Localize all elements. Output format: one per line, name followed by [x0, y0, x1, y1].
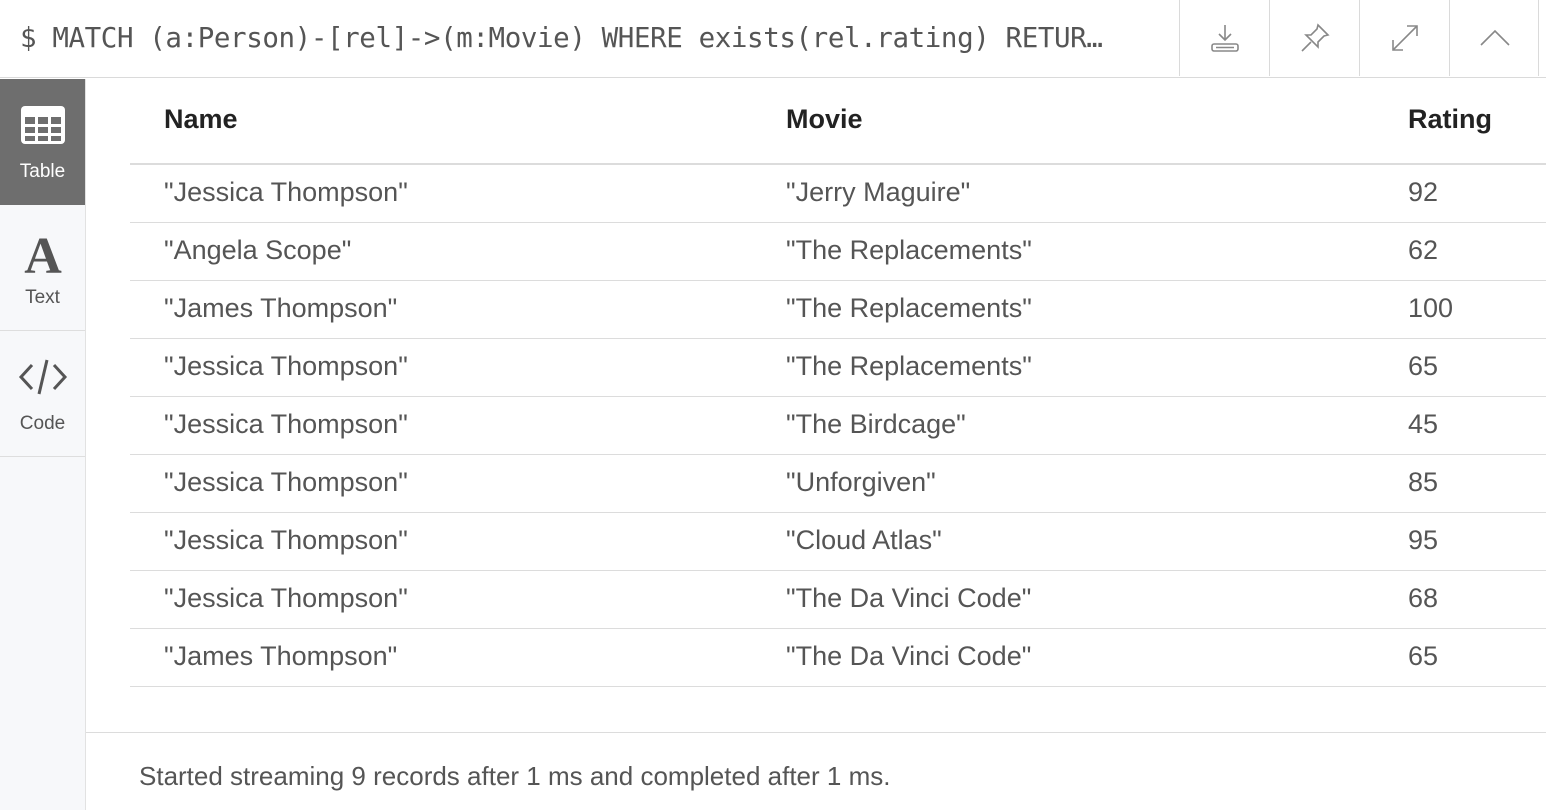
column-header-rating: Rating	[1408, 104, 1492, 134]
table-row: "Angela Scope" "The Replacements" 62	[130, 223, 1546, 281]
pin-button[interactable]	[1269, 0, 1359, 76]
collapse-button[interactable]	[1449, 0, 1539, 76]
expand-icon	[1391, 25, 1418, 51]
cell-movie: "The Replacements"	[786, 351, 1032, 381]
cell-movie: "The Birdcage"	[786, 409, 966, 439]
view-sidebar: Table A Text Code	[0, 79, 86, 810]
download-icon	[1210, 25, 1239, 52]
query-bar: $ MATCH (a:Person)-[rel]->(m:Movie) WHER…	[0, 0, 1546, 78]
table-row: "Jessica Thompson" "The Da Vinci Code" 6…	[130, 571, 1546, 629]
cell-name: "James Thompson"	[164, 293, 398, 323]
cell-name: "James Thompson"	[164, 641, 398, 671]
results-table: Name Movie Rating "Jessica Thompson" "Je…	[130, 79, 1546, 687]
cell-rating: 62	[1408, 235, 1439, 265]
sidebar-item-code[interactable]: Code	[0, 331, 85, 457]
cell-name: "Jessica Thompson"	[164, 525, 408, 555]
status-text: Started streaming 9 records after 1 ms a…	[139, 761, 891, 791]
table-header: Name Movie Rating	[130, 79, 1546, 165]
cell-movie: "The Replacements"	[786, 235, 1032, 265]
column-header-movie: Movie	[786, 104, 863, 134]
table-icon	[20, 106, 65, 144]
cell-movie: "The Da Vinci Code"	[786, 641, 1032, 671]
cell-rating: 92	[1408, 177, 1439, 207]
cell-rating: 65	[1408, 641, 1439, 671]
code-icon	[18, 359, 67, 395]
cell-movie: "The Da Vinci Code"	[786, 583, 1032, 613]
cell-name: "Jessica Thompson"	[164, 583, 408, 613]
toolbar-divider	[1538, 0, 1539, 76]
text-icon: A	[24, 231, 62, 277]
cell-rating: 85	[1408, 467, 1439, 497]
table-row: "Jessica Thompson" "Unforgiven" 85	[130, 455, 1546, 513]
pin-icon	[1300, 23, 1330, 52]
table-row: "James Thompson" "The Replacements" 100	[130, 281, 1546, 339]
download-button[interactable]	[1179, 0, 1269, 76]
status-bar: Started streaming 9 records after 1 ms a…	[86, 732, 1546, 810]
sidebar-item-label: Table	[19, 161, 66, 182]
table-row: "Jessica Thompson" "Cloud Atlas" 95	[130, 513, 1546, 571]
table-row: "Jessica Thompson" "The Replacements" 65	[130, 339, 1546, 397]
cell-name: "Jessica Thompson"	[164, 177, 408, 207]
cell-rating: 100	[1408, 293, 1454, 323]
cell-name: "Angela Scope"	[164, 235, 352, 265]
table-row: "James Thompson" "The Da Vinci Code" 65	[130, 629, 1546, 687]
sidebar-item-table[interactable]: Table	[0, 79, 85, 205]
cell-name: "Jessica Thompson"	[164, 467, 408, 497]
cell-movie: "Jerry Maguire"	[786, 177, 971, 207]
cell-movie: "Unforgiven"	[786, 467, 936, 497]
cell-rating: 65	[1408, 351, 1439, 381]
cell-rating: 68	[1408, 583, 1439, 613]
cell-movie: "The Replacements"	[786, 293, 1032, 323]
svg-text:A: A	[24, 231, 62, 277]
column-header-name: Name	[164, 104, 238, 134]
cell-name: "Jessica Thompson"	[164, 409, 408, 439]
collapse-icon	[1479, 29, 1510, 46]
cell-movie: "Cloud Atlas"	[786, 525, 942, 555]
table-row: "Jessica Thompson" "Jerry Maguire" 92	[130, 165, 1546, 223]
sidebar-item-label: Text	[25, 287, 60, 308]
sidebar-item-text[interactable]: A Text	[0, 205, 85, 331]
fullscreen-button[interactable]	[1359, 0, 1449, 76]
cell-rating: 95	[1408, 525, 1439, 555]
sidebar-item-label: Code	[19, 413, 66, 434]
cell-name: "Jessica Thompson"	[164, 351, 408, 381]
table-row: "Jessica Thompson" "The Birdcage" 45	[130, 397, 1546, 455]
query-text[interactable]: $ MATCH (a:Person)-[rel]->(m:Movie) WHER…	[20, 0, 1170, 76]
cell-rating: 45	[1408, 409, 1439, 439]
